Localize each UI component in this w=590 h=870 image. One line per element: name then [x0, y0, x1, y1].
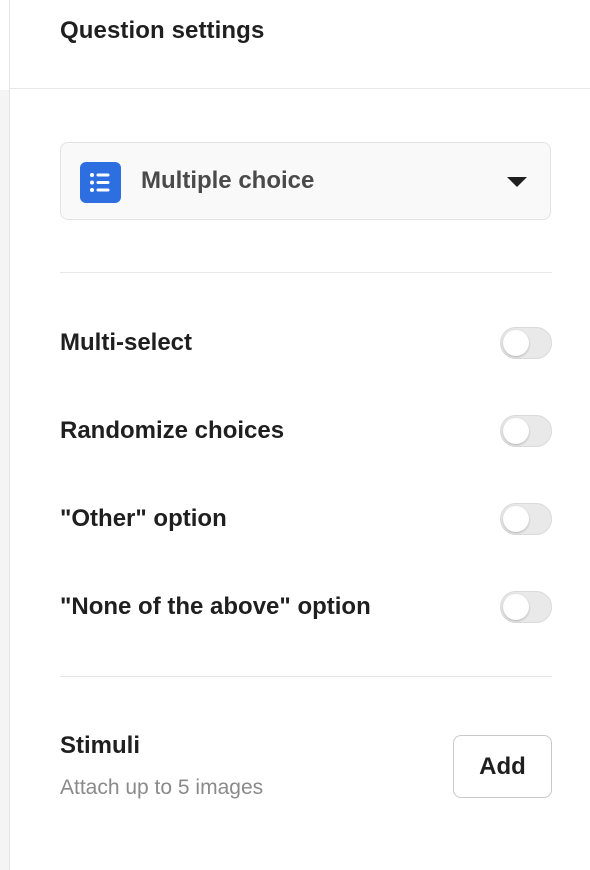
setting-label-multi-select: Multi-select [60, 329, 193, 356]
chevron-down-icon [507, 177, 527, 187]
add-stimuli-button[interactable]: Add [453, 735, 552, 798]
divider [60, 272, 552, 273]
toggle-knob [503, 594, 529, 620]
question-type-label: Multiple choice [141, 167, 315, 194]
setting-row-multi-select: Multi-select [60, 324, 552, 364]
none-of-the-above-toggle[interactable] [500, 591, 552, 623]
stimuli-subtitle: Attach up to 5 images [60, 776, 264, 799]
setting-label-randomize-choices: Randomize choices [60, 417, 285, 444]
question-type-dropdown[interactable]: Multiple choice [60, 142, 551, 220]
panel-header: Question settings [10, 0, 590, 89]
divider [60, 676, 552, 677]
setting-label-none-of-the-above: "None of the above" option [60, 593, 371, 620]
stimuli-title: Stimuli [60, 732, 141, 759]
multi-select-toggle[interactable] [500, 327, 552, 359]
setting-row-none-of-the-above: "None of the above" option [60, 588, 552, 628]
toggle-knob [503, 330, 529, 356]
randomize-choices-toggle[interactable] [500, 415, 552, 447]
setting-label-other-option: "Other" option [60, 505, 227, 532]
setting-row-randomize-choices: Randomize choices [60, 412, 552, 452]
other-option-toggle[interactable] [500, 503, 552, 535]
setting-row-other-option: "Other" option [60, 500, 552, 540]
left-gutter-shade [0, 90, 9, 870]
left-gutter [0, 0, 10, 870]
toggle-knob [503, 418, 529, 444]
toggle-knob [503, 506, 529, 532]
list-icon [80, 162, 121, 203]
panel-title: Question settings [60, 17, 265, 44]
